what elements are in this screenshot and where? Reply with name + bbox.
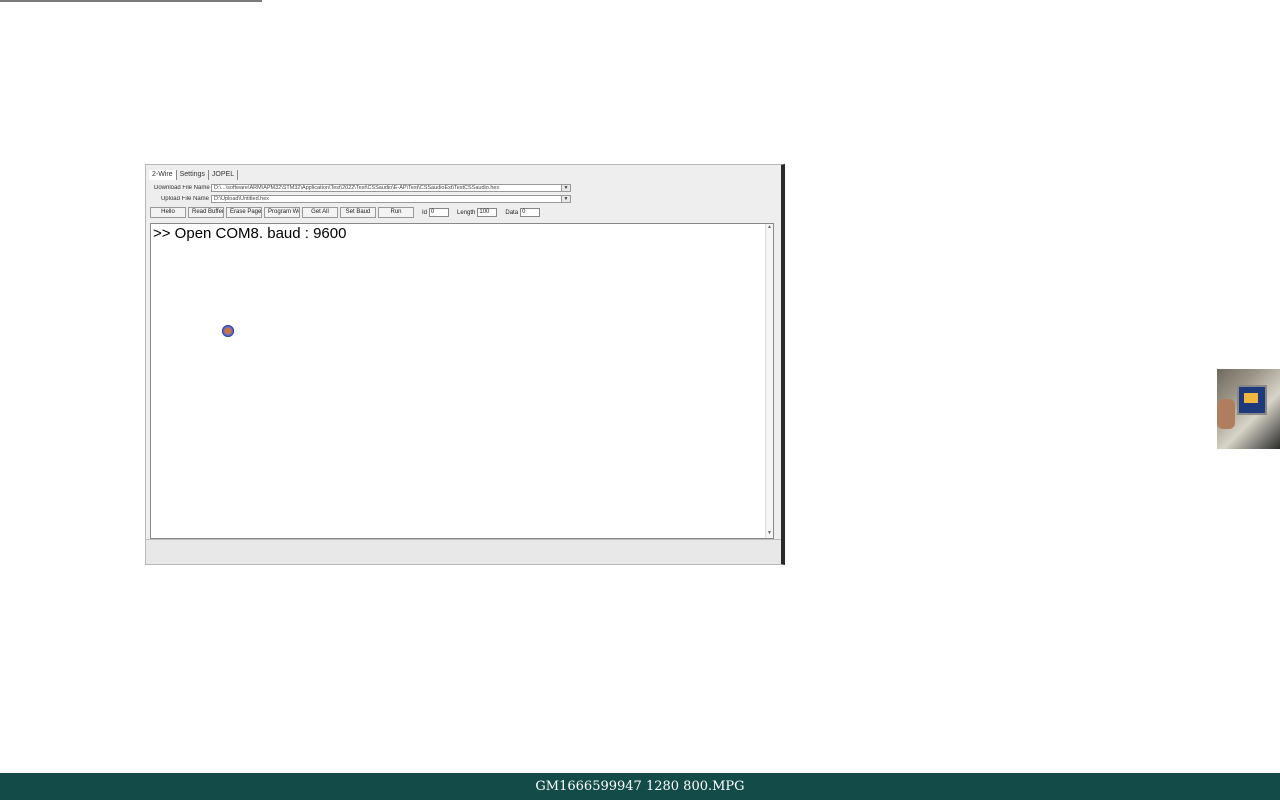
video-filename: GM1666599947 1280 800.MPG — [535, 779, 745, 794]
video-filename-bar: GM1666599947 1280 800.MPG — [0, 773, 1280, 800]
length-field[interactable]: 100 — [477, 208, 498, 217]
scroll-up-icon[interactable]: ▲ — [766, 224, 773, 232]
chevron-down-icon[interactable]: ▼ — [561, 196, 570, 202]
tab-settings[interactable]: Settings — [177, 170, 209, 180]
upload-file-combo[interactable]: D:\Upload\Untitled.hex ▼ — [211, 195, 571, 203]
hand-image — [1217, 399, 1235, 429]
set-baud-button[interactable]: Set Baud — [340, 207, 376, 218]
data-field[interactable]: 0 — [520, 208, 541, 217]
tab-jopel[interactable]: JOPEL — [209, 170, 239, 180]
download-row: Download File Name D:\...\software\ARM\A… — [154, 184, 571, 192]
data-label: Data — [505, 209, 519, 216]
erase-page-button[interactable]: Erase Page — [226, 207, 262, 218]
program-word-button[interactable]: Program Word — [264, 207, 300, 218]
console-scrollbar[interactable]: ▲ ▼ — [765, 224, 773, 538]
download-file-combo[interactable]: D:\...\software\ARM\APM32\STM32\Applicat… — [211, 184, 571, 192]
device-screen-icon — [1237, 385, 1267, 415]
download-label: Download File Name — [154, 185, 210, 191]
run-button[interactable]: Run — [378, 207, 414, 218]
read-buffer-button[interactable]: Read Buffer — [188, 207, 224, 218]
mouse-cursor-indicator — [222, 325, 234, 337]
id-field[interactable]: 0 — [429, 208, 450, 217]
console-output[interactable]: >> Open COM8. baud : 9600 ▲ ▼ — [150, 223, 774, 539]
length-label: Length — [457, 209, 476, 216]
id-label: Id — [422, 209, 428, 216]
upload-file-value: D:\Upload\Untitled.hex — [214, 196, 270, 202]
tab-2wire[interactable]: 2-Wire — [149, 170, 177, 180]
download-file-value: D:\...\software\ARM\APM32\STM32\Applicat… — [214, 185, 500, 191]
console-line: >> Open COM8. baud : 9600 — [153, 225, 347, 242]
scroll-down-icon[interactable]: ▼ — [766, 530, 773, 538]
serial-tool-window: 2-Wire Settings JOPEL Download File Name… — [145, 164, 785, 565]
upload-row: Upload File Name D:\Upload\Untitled.hex … — [154, 195, 571, 203]
hello-button[interactable]: Hello — [150, 207, 186, 218]
get-all-button[interactable]: Get All — [302, 207, 338, 218]
status-bar — [146, 539, 781, 564]
top-edge-line — [0, 0, 262, 2]
command-toolbar: Hello Read Buffer Erase Page Program Wor… — [150, 207, 541, 218]
video-thumbnail[interactable] — [1217, 369, 1280, 449]
chevron-down-icon[interactable]: ▼ — [561, 185, 570, 191]
upload-label: Upload File Name — [160, 196, 209, 202]
tab-bar: 2-Wire Settings JOPEL — [149, 170, 239, 180]
